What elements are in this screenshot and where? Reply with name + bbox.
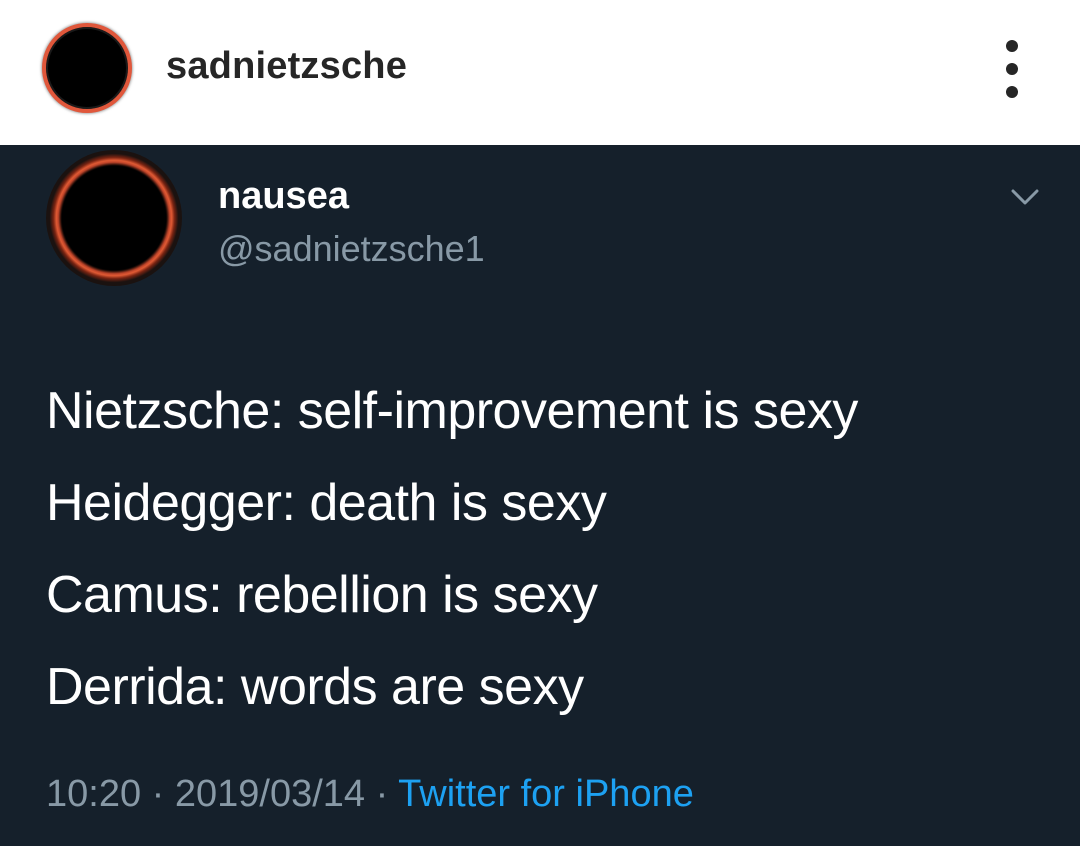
tweet-display-name[interactable]: nausea bbox=[218, 175, 349, 218]
profile-avatar[interactable] bbox=[42, 23, 132, 113]
chevron-down-icon[interactable] bbox=[1008, 185, 1042, 209]
more-dot bbox=[1006, 40, 1018, 52]
meta-separator: · bbox=[151, 773, 165, 815]
tweet-line: Nietzsche: self-improvement is sexy bbox=[46, 382, 858, 440]
tweet-date: 2019/03/14 bbox=[174, 773, 366, 815]
tweet-line: Derrida: words are sexy bbox=[46, 658, 584, 716]
tweet-metadata: 10:20 · 2019/03/14 · Twitter for iPhone bbox=[46, 773, 694, 816]
more-dot bbox=[1006, 63, 1018, 75]
tweet-line: Heidegger: death is sexy bbox=[46, 474, 607, 532]
tweet-handle[interactable]: @sadnietzsche1 bbox=[218, 228, 485, 270]
instagram-post-header: sadnietzsche bbox=[0, 0, 1080, 145]
tweet-body: Nietzsche: self-improvement is sexy Heid… bbox=[46, 365, 858, 733]
tweet-source-link[interactable]: Twitter for iPhone bbox=[398, 773, 694, 815]
meta-separator: · bbox=[375, 773, 389, 815]
tweet-card: nausea @sadnietzsche1 Nietzsche: self-im… bbox=[0, 145, 1080, 846]
instagram-username[interactable]: sadnietzsche bbox=[166, 45, 407, 88]
tweet-author-avatar[interactable] bbox=[46, 150, 182, 286]
more-dot bbox=[1006, 86, 1018, 98]
tweet-line: Camus: rebellion is sexy bbox=[46, 566, 598, 624]
tweet-time: 10:20 bbox=[46, 773, 142, 815]
more-options-icon[interactable] bbox=[1002, 40, 1022, 98]
